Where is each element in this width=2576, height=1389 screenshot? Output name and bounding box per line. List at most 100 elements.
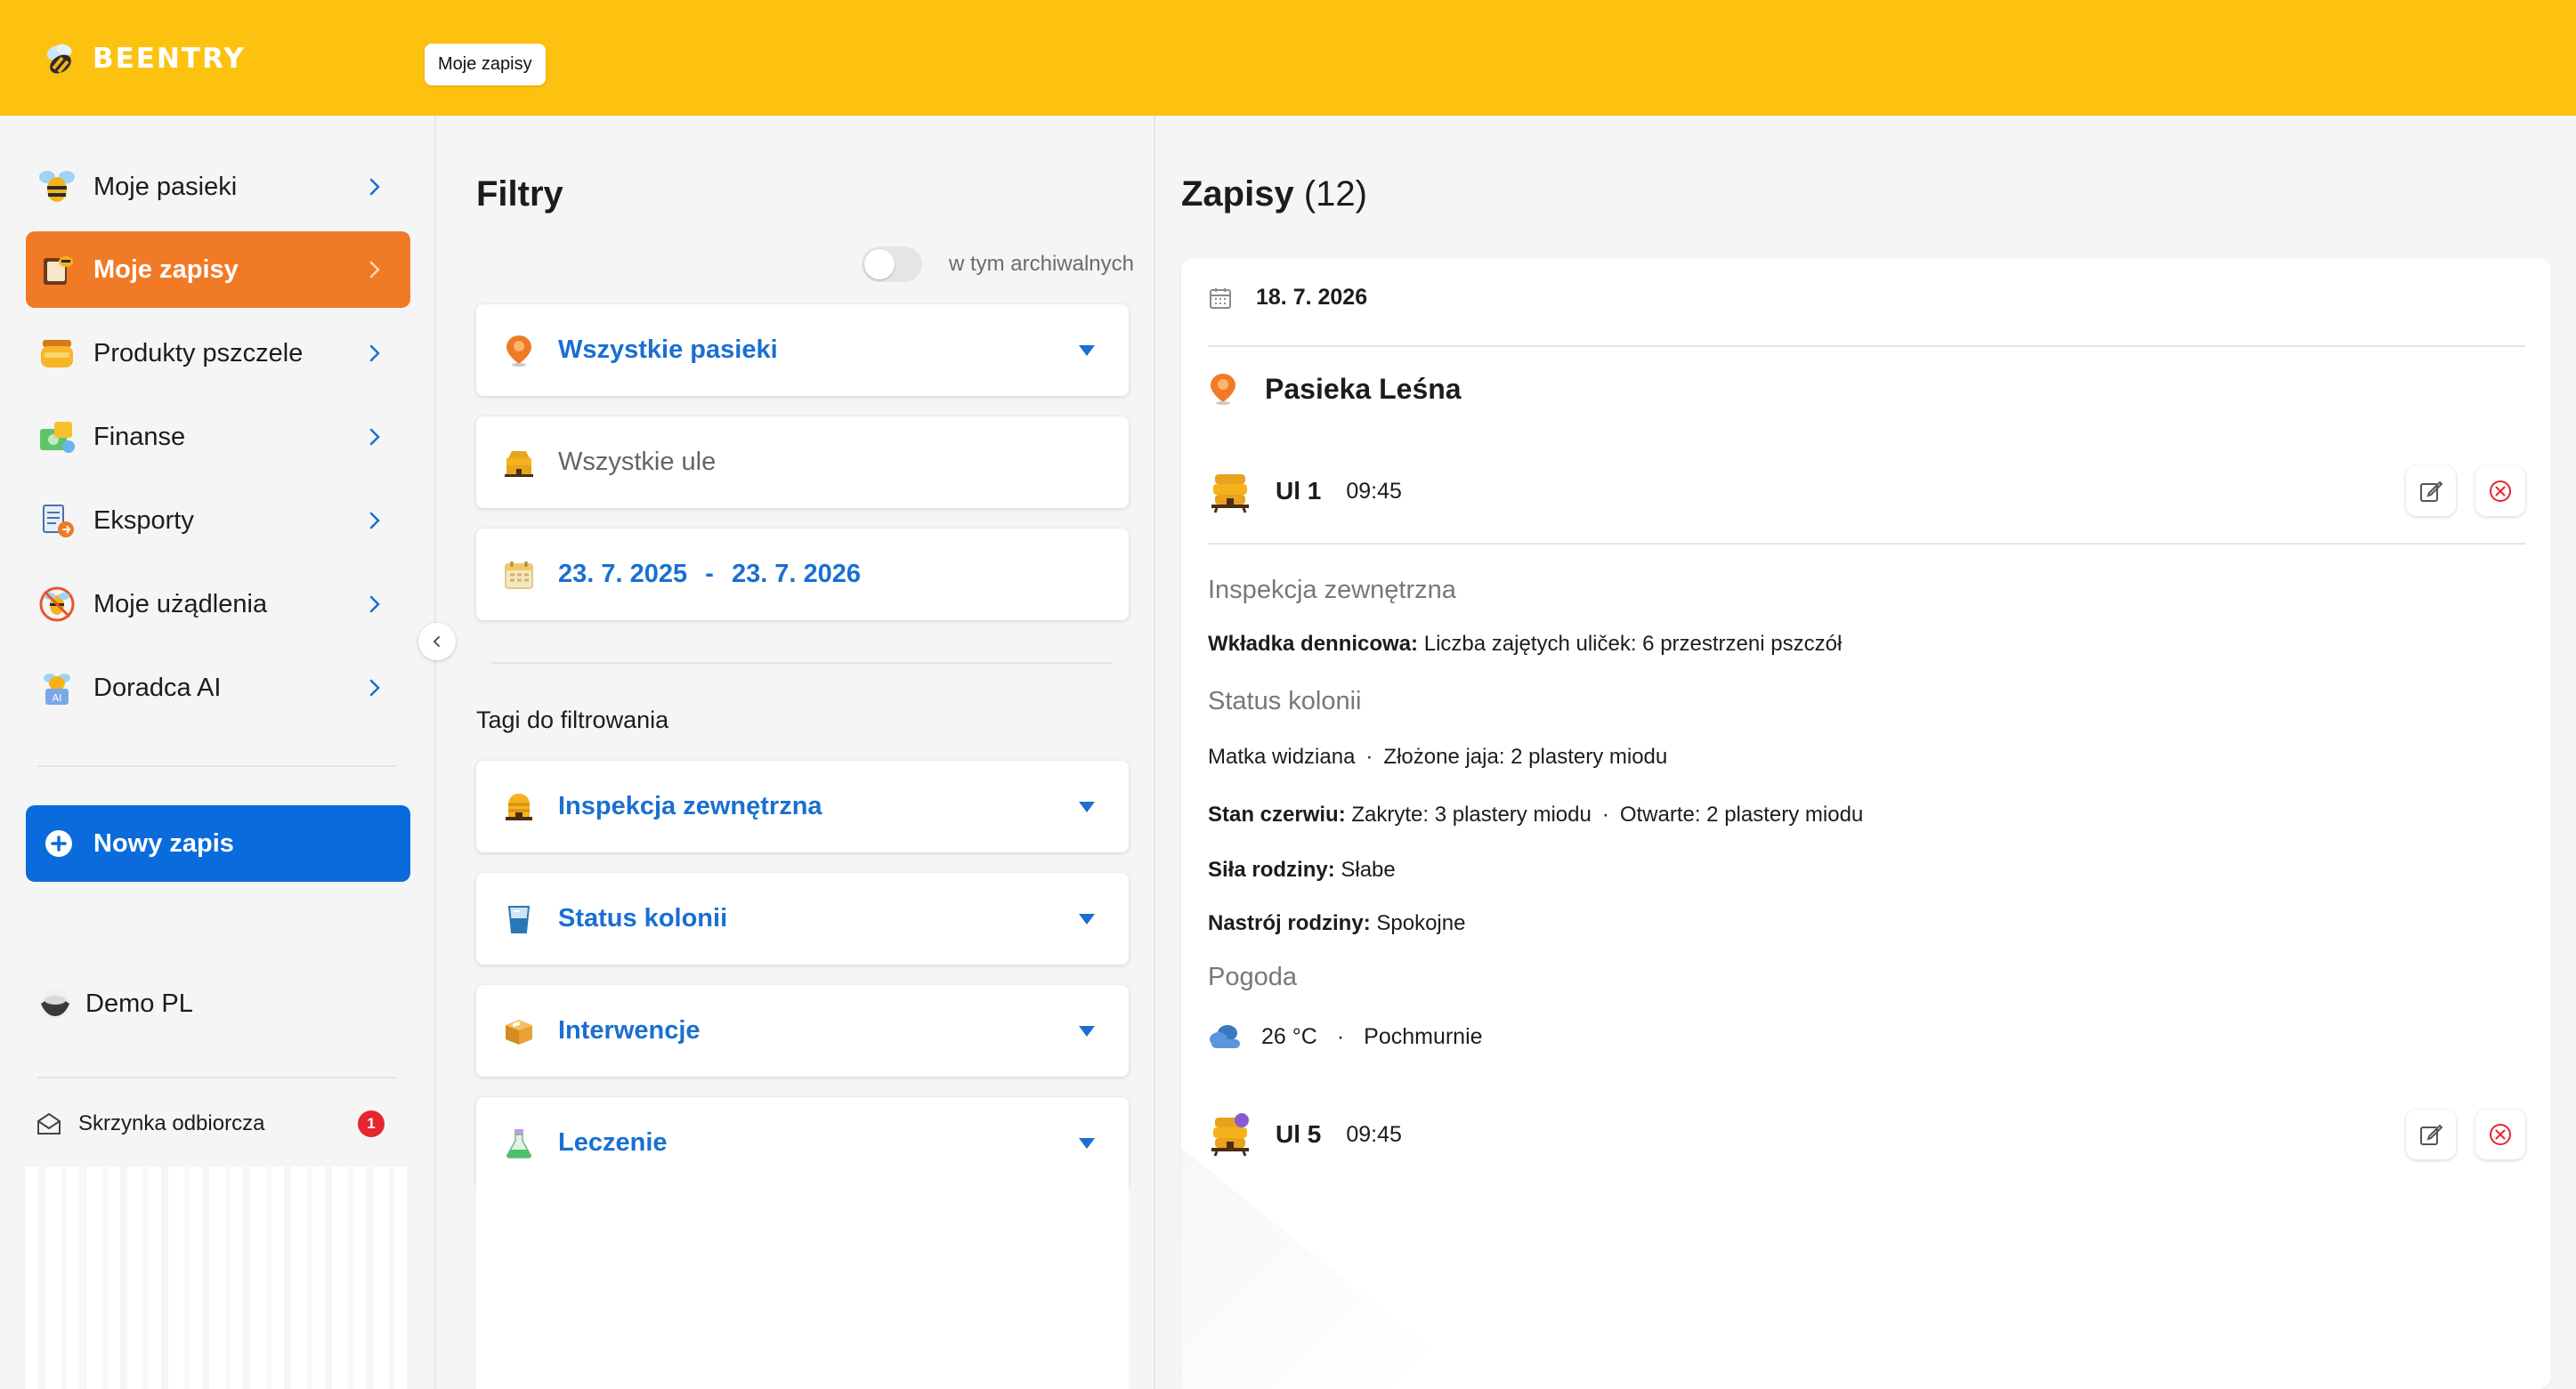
new-entry-button[interactable]: Nowy zapis <box>26 805 410 882</box>
edit-button[interactable] <box>2406 466 2456 516</box>
sidebar-divider <box>37 765 397 767</box>
brood-capped: Zakryte: 3 plastery miodu <box>1351 803 1592 827</box>
sidebar-item-finances[interactable]: Finanse <box>26 399 410 475</box>
hive-entry-header[interactable]: Ul 1 09:45 <box>1208 466 2525 516</box>
breadcrumb: Moje zapisy <box>425 44 546 85</box>
calendar-icon <box>1210 287 1231 309</box>
queen-line: Matka widziana · Złożone jaja: 2 plastery … <box>1208 745 1667 770</box>
hive-select-value: Wszystkie ule <box>558 448 717 476</box>
honey-jar-icon <box>36 333 77 374</box>
filters-bottom-area <box>476 1167 1129 1389</box>
hive-icon <box>1211 474 1249 513</box>
apiary-header: Pasieka Leśna <box>1208 372 1462 406</box>
eggs-value: Złożone jaja: 2 plastery miodu <box>1383 745 1668 769</box>
sidebar-divider <box>37 1077 397 1078</box>
sidebar-item-exports[interactable]: Eksporty <box>26 482 410 559</box>
delete-button[interactable] <box>2475 1110 2525 1159</box>
envelope-icon <box>37 1112 61 1135</box>
mood-value: Spokojne <box>1376 911 1466 935</box>
tag-label: Status kolonii <box>558 904 728 933</box>
close-circle-icon <box>2490 480 2511 502</box>
hive-entry-header[interactable]: Ul 5 09:45 <box>1208 1110 2525 1159</box>
close-circle-icon <box>2490 1124 2511 1145</box>
location-pin-icon <box>501 333 537 368</box>
avatar <box>40 989 70 1019</box>
user-profile[interactable]: Demo PL <box>37 986 193 1022</box>
edit-button[interactable] <box>2406 1110 2456 1159</box>
filters-title: Filtry <box>476 174 563 214</box>
entry-date-row: 18. 7. 2026 <box>1208 285 1367 311</box>
caret-down-icon <box>1079 344 1095 356</box>
chevron-right-icon <box>369 428 380 446</box>
tag-select-interventions[interactable]: Interwencje <box>476 985 1129 1077</box>
tag-label: Inspekcja zewnętrzna <box>558 792 822 820</box>
weather-desc: Pochmurnie <box>1364 1023 1483 1049</box>
date-from: 23. 7. 2025 <box>558 560 688 588</box>
inbox-link[interactable]: Skrzynka odbiorcza 1 <box>36 1110 385 1137</box>
sidebar-item-label: Moje pasieki <box>93 172 238 201</box>
chevron-right-icon <box>369 344 380 362</box>
entries-card: 18. 7. 2026 Pasieka Leśna Ul 1 09:45 Ins… <box>1181 258 2551 1389</box>
card-divider <box>1208 543 2525 545</box>
separator-dot: · <box>1601 803 1609 827</box>
edit-icon <box>2420 480 2443 502</box>
sidebar-item-apiaries[interactable]: Moje pasieki <box>26 149 410 225</box>
cloud-icon <box>1210 1025 1240 1048</box>
chevron-right-icon <box>369 261 380 279</box>
caret-down-icon <box>1079 1137 1095 1149</box>
date-range-picker[interactable]: 23. 7. 2025 - 23. 7. 2026 <box>476 529 1129 620</box>
filters-divider <box>491 662 1113 664</box>
hive-name: Ul 1 <box>1276 477 1322 505</box>
entries-panel: Zapisy (12) 18. 7. 2026 Pasieka Leśna Ul… <box>1157 116 2576 1389</box>
entry-date: 18. 7. 2026 <box>1256 285 1368 310</box>
weather-line: 26 °C · Pochmurnie <box>1208 1022 1483 1052</box>
chevron-right-icon <box>369 679 380 697</box>
chevron-left-icon <box>433 636 440 647</box>
caret-down-icon <box>1079 1025 1095 1037</box>
separator-dot: · <box>1365 745 1373 769</box>
archived-toggle[interactable] <box>861 246 922 282</box>
bee-logo-icon <box>46 44 72 74</box>
money-icon <box>36 416 77 457</box>
tags-title: Tagi do filtrowania <box>476 707 669 733</box>
mood-label: Nastrój rodziny: <box>1208 911 1371 935</box>
sidebar-item-bee-products[interactable]: Produkty pszczele <box>26 315 410 392</box>
section-weather: Pogoda <box>1208 963 1297 991</box>
sidebar-item-label: Moje zapisy <box>93 254 239 284</box>
inbox-count-badge: 1 <box>358 1110 385 1137</box>
collapse-sidebar-button[interactable] <box>418 623 456 660</box>
bottom-board-label: Wkładka dennicowa: <box>1208 632 1419 656</box>
sidebar-bottom-area <box>26 1167 410 1389</box>
sting-icon <box>36 584 77 625</box>
hive-select[interactable]: Wszystkie ule <box>476 416 1129 508</box>
archived-label: w tym archiwalnych <box>948 252 1134 276</box>
queen-seen: Matka widziana <box>1208 745 1356 769</box>
logo-text: BEENTRY <box>93 43 246 75</box>
brood-open: Otwarte: 2 plastery miodu <box>1619 803 1864 827</box>
logo[interactable]: BEENTRY <box>36 32 246 85</box>
mood-line: Nastrój rodziny: Spokojne <box>1208 911 1465 936</box>
ai-advisor-icon: AI <box>36 667 77 708</box>
delete-button[interactable] <box>2475 466 2525 516</box>
bottom-board-line: Wkładka dennicowa: Liczba zajętych uliče… <box>1208 632 1842 657</box>
date-to: 23. 7. 2026 <box>731 560 862 588</box>
tag-select-colony-status[interactable]: Status kolonii <box>476 873 1129 965</box>
plus-circle-icon <box>45 830 72 857</box>
apiary-select[interactable]: Wszystkie pasieki <box>476 304 1129 396</box>
caret-down-icon <box>1079 801 1095 812</box>
sidebar-item-stings[interactable]: Moje użądlenia <box>26 566 410 642</box>
sidebar-item-entries[interactable]: Moje zapisy <box>26 231 410 308</box>
beaker-icon <box>501 901 537 937</box>
entries-title-text: Zapisy <box>1181 174 1294 214</box>
sidebar-item-ai-advisor[interactable]: AI Doradca AI <box>26 650 410 726</box>
sidebar-item-label: Produkty pszczele <box>93 338 304 367</box>
bee-icon <box>36 166 77 207</box>
flask-icon <box>501 1126 537 1161</box>
date-range-value: 23. 7. 2025 - 23. 7. 2026 <box>558 560 1129 589</box>
hive-name: Ul 5 <box>1276 1120 1322 1148</box>
top-bar: BEENTRY Moje zapisy <box>0 0 2576 116</box>
tag-select-external-inspection[interactable]: Inspekcja zewnętrzna <box>476 761 1129 852</box>
calendar-icon <box>501 557 537 593</box>
brood-label: Stan czerwiu: <box>1208 803 1346 827</box>
strength-line: Siła rodziny: Słabe <box>1208 858 1396 883</box>
